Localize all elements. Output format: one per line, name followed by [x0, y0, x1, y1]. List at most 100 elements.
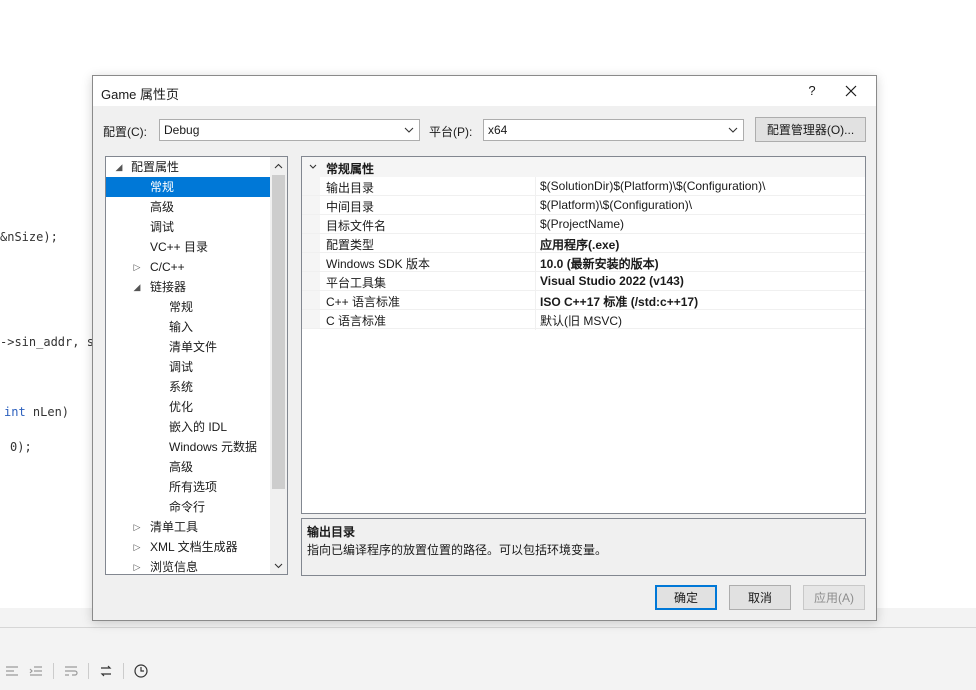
- row-gutter: [302, 310, 320, 328]
- config-select[interactable]: Debug: [159, 119, 420, 141]
- tree-scrollbar[interactable]: [270, 157, 287, 574]
- tree-item[interactable]: 嵌入的 IDL: [106, 417, 270, 437]
- tree-item-label: 调试: [150, 220, 175, 234]
- description-text: 指向已编译程序的放置位置的路径。可以包括环境变量。: [307, 543, 608, 557]
- tree-item-label: 所有选项: [169, 480, 218, 494]
- property-value[interactable]: $(Platform)\$(Configuration)\: [540, 198, 692, 212]
- property-tree: ◢ 配置属性 常规 高级 调试 VC++ 目录 ▷ C/C++ ◢ 链接器 常规 输入 清单文件 调试 系统…: [105, 156, 288, 575]
- sync-icon[interactable]: [96, 661, 116, 681]
- tree-item-label: 链接器: [150, 280, 187, 294]
- property-pages-dialog: Game 属性页 ? 配置(C): Debug 平台(P): x64 配置管理器…: [92, 75, 877, 621]
- toolbar-separator: [88, 663, 89, 679]
- collapse-icon[interactable]: ◢: [132, 277, 142, 297]
- tree-item[interactable]: Windows 元数据: [106, 437, 270, 457]
- expand-icon[interactable]: ▷: [132, 557, 142, 574]
- expand-icon[interactable]: ▷: [132, 517, 142, 537]
- tree-item-label: Windows 元数据: [169, 440, 258, 454]
- column-divider: [535, 177, 536, 330]
- property-value[interactable]: 10.0 (最新安装的版本): [540, 255, 659, 272]
- property-value[interactable]: 应用程序(.exe): [540, 236, 619, 253]
- tree-item-label: 高级: [150, 200, 175, 214]
- apply-button[interactable]: 应用(A): [803, 585, 865, 610]
- code-line: ->sin_addr, st: [0, 335, 102, 349]
- tree-item[interactable]: 清单文件: [106, 337, 270, 357]
- tree-item-label: 命令行: [169, 500, 206, 514]
- toolbar-separator: [123, 663, 124, 679]
- property-row[interactable]: 目标文件名 $(ProjectName): [302, 215, 865, 234]
- tree-item-label: 优化: [169, 400, 194, 414]
- code-line: 0);: [10, 440, 32, 454]
- row-gutter: [302, 272, 320, 290]
- clock-icon[interactable]: [131, 661, 151, 681]
- tree-item-label: 常规: [150, 180, 175, 194]
- grid-section-title: 常规属性: [326, 162, 375, 176]
- property-row[interactable]: C++ 语言标准 ISO C++17 标准 (/std:c++17): [302, 291, 865, 310]
- tree-item[interactable]: 常规: [106, 177, 270, 197]
- tree-item-label: XML 文档生成器: [150, 540, 238, 554]
- tree-item[interactable]: 系统: [106, 377, 270, 397]
- tree-item[interactable]: ◢ 链接器: [106, 277, 270, 297]
- tree-item-label: 配置属性: [131, 160, 180, 174]
- tree-item[interactable]: 命令行: [106, 497, 270, 517]
- row-gutter: [302, 215, 320, 233]
- property-value[interactable]: 默认(旧 MSVC): [540, 312, 622, 329]
- close-icon: [845, 85, 857, 97]
- property-row[interactable]: Windows SDK 版本 10.0 (最新安装的版本): [302, 253, 865, 272]
- tree-item[interactable]: 调试: [106, 357, 270, 377]
- tree-item-label: 常规: [169, 300, 194, 314]
- tree-item[interactable]: ▷ 清单工具: [106, 517, 270, 537]
- grid-section-header[interactable]: 常规属性: [302, 157, 865, 177]
- property-value[interactable]: $(SolutionDir)$(Platform)\$(Configuratio…: [540, 179, 765, 193]
- word-wrap-icon[interactable]: [61, 661, 81, 681]
- property-row[interactable]: 配置类型 应用程序(.exe): [302, 234, 865, 253]
- align-left-icon[interactable]: [2, 661, 22, 681]
- tree-item[interactable]: 优化: [106, 397, 270, 417]
- tree-item-label: 清单文件: [169, 340, 218, 354]
- property-row[interactable]: 中间目录 $(Platform)\$(Configuration)\: [302, 196, 865, 215]
- cancel-button[interactable]: 取消: [729, 585, 791, 610]
- tree-item[interactable]: ▷ 浏览信息: [106, 557, 270, 574]
- tree-item[interactable]: VC++ 目录: [106, 237, 270, 257]
- close-button[interactable]: [836, 80, 866, 102]
- ok-button[interactable]: 确定: [655, 585, 717, 610]
- property-row[interactable]: C 语言标准 默认(旧 MSVC): [302, 310, 865, 329]
- expand-icon[interactable]: ▷: [132, 537, 142, 557]
- property-value[interactable]: Visual Studio 2022 (v143): [540, 274, 684, 288]
- property-name: C 语言标准: [326, 314, 387, 328]
- tree-item[interactable]: 高级: [106, 457, 270, 477]
- tree-item-label: 高级: [169, 460, 194, 474]
- help-button[interactable]: ?: [800, 80, 824, 102]
- collapse-icon[interactable]: ◢: [114, 157, 124, 177]
- property-name: 配置类型: [326, 238, 375, 252]
- platform-label: 平台(P):: [429, 125, 473, 139]
- chevron-down-icon[interactable]: [270, 557, 287, 574]
- bottom-toolbar: [0, 658, 151, 684]
- tree-item-label: 嵌入的 IDL: [169, 420, 228, 434]
- tree-item-label: 清单工具: [150, 520, 199, 534]
- tree-item[interactable]: ▷ XML 文档生成器: [106, 537, 270, 557]
- row-gutter: [302, 291, 320, 309]
- code-keyword: int: [4, 405, 26, 419]
- tree-item[interactable]: 常规: [106, 297, 270, 317]
- indent-icon[interactable]: [26, 661, 46, 681]
- tree-item[interactable]: 所有选项: [106, 477, 270, 497]
- property-row[interactable]: 输出目录 $(SolutionDir)$(Platform)\$(Configur…: [302, 177, 865, 196]
- chevron-up-icon[interactable]: [270, 157, 287, 174]
- tree-item[interactable]: 输入: [106, 317, 270, 337]
- tree-item-label: 浏览信息: [150, 560, 199, 574]
- expand-icon[interactable]: ▷: [132, 257, 142, 277]
- property-value[interactable]: ISO C++17 标准 (/std:c++17): [540, 293, 698, 310]
- platform-select[interactable]: x64: [483, 119, 744, 141]
- property-row[interactable]: 平台工具集 Visual Studio 2022 (v143): [302, 272, 865, 291]
- code-line: &nSize);: [0, 230, 58, 244]
- tree-item[interactable]: ◢ 配置属性: [106, 157, 270, 177]
- scrollbar-thumb[interactable]: [272, 175, 285, 489]
- tree-item[interactable]: 高级: [106, 197, 270, 217]
- property-grid: 常规属性 输出目录 $(SolutionDir)$(Platform)\$(Con…: [301, 156, 866, 514]
- tree-item-label: VC++ 目录: [150, 240, 209, 254]
- description-title: 输出目录: [307, 525, 356, 539]
- tree-item[interactable]: 调试: [106, 217, 270, 237]
- property-value[interactable]: $(ProjectName): [540, 217, 624, 231]
- tree-item[interactable]: ▷ C/C++: [106, 257, 270, 277]
- config-manager-button[interactable]: 配置管理器(O)...: [755, 117, 866, 142]
